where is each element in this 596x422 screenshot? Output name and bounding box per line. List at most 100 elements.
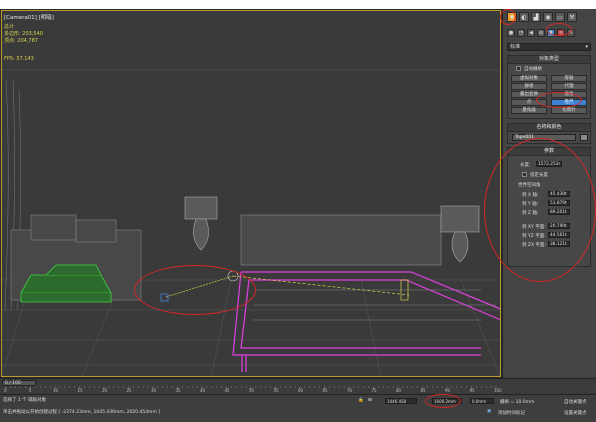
systems-icon[interactable]: ✎ — [567, 29, 575, 37]
timeline-tick-label: 40 — [200, 388, 206, 393]
object-type-rollout: 对象类型 自动栅格 虚拟对象 容器 群组 代理 露出变换 栅格 点 卷尺 量角器… — [507, 55, 591, 119]
timeline-tick-label: 75 — [371, 388, 377, 393]
lock-icon[interactable]: 🔒 — [358, 398, 364, 403]
to-yz-plane-value: 44.561t — [548, 232, 570, 238]
to-y-axis-label: 到 Y 轴: — [522, 202, 539, 207]
stats-polys: 多边形: 203,540 — [4, 30, 43, 37]
cursor-coords: [ -2374.23mm, 1045.436mm, 2020.454mm ] — [58, 410, 161, 415]
timeline-tick-label: 60 — [298, 388, 304, 393]
prompt-line: 单击并拖动以开始创建过程 [ -2374.23mm, 1045.436mm, 2… — [3, 409, 160, 415]
command-panel: ✹ ◐ ▟ ◉ ▭ ⚒ ● ◔ ◀ ◍ ▮ ≋ ✎ 标准 ▾ 对象类型 自动栅格 … — [502, 9, 596, 378]
group-button[interactable]: 群组 — [511, 83, 547, 90]
length-label: 长度: — [520, 163, 531, 168]
to-zx-plane-value: 38.121t — [548, 241, 570, 247]
container-button[interactable]: 容器 — [551, 75, 587, 82]
to-z-axis-value: 89.201t — [548, 209, 570, 215]
helpers-icon[interactable]: ▮ — [547, 29, 555, 37]
to-yz-plane-label: 到 YZ 平面: — [522, 234, 546, 239]
timeline-tick-label: 90 — [445, 388, 451, 393]
motion-tab-icon[interactable]: ◉ — [543, 12, 553, 22]
to-xy-plane-value: 20.799t — [548, 223, 570, 229]
category-dropdown-value: 标准 — [510, 44, 521, 50]
specify-length-checkbox[interactable] — [522, 172, 527, 177]
timeline-tick-label: 25 — [126, 388, 132, 393]
category-dropdown[interactable]: 标准 ▾ — [507, 43, 591, 51]
parameters-title[interactable]: 参数 — [508, 148, 590, 156]
timeline-tick-label: 85 — [420, 388, 426, 393]
parameters-rollout: 参数 长度: 1572.253r 指定长度 世界空间角 到 X 轴: 45.43… — [507, 147, 591, 267]
timeline-tick-label: 15 — [77, 388, 83, 393]
x-coord-field[interactable]: 1446.458 — [385, 398, 417, 404]
timeline-tick-label: 20 — [102, 388, 108, 393]
expose-transform-button[interactable]: 露出变换 — [511, 91, 547, 98]
timeline-tick-label: 10 — [53, 388, 59, 393]
camera-viewport[interactable]: [Camera01] [明暗] 总计 多边形: 203,540 顶点: 204,… — [0, 9, 502, 378]
dummy-button[interactable]: 虚拟对象 — [511, 75, 547, 82]
time-tag-icon[interactable]: ▣ — [487, 409, 491, 414]
z-coord-field[interactable]: 0.0mm — [470, 398, 494, 404]
protractor-button[interactable]: 量角器 — [511, 107, 547, 114]
chevron-down-icon: ▾ — [585, 44, 588, 50]
geometry-icon[interactable]: ● — [507, 29, 515, 37]
stats-verts-value: 204,787 — [17, 38, 38, 44]
timeline-tick-label: 5 — [28, 388, 32, 393]
length-input[interactable]: 1572.253r — [536, 161, 562, 167]
stats-fps: FPS: 57.143 — [4, 56, 34, 62]
object-name-input[interactable]: Tape001 — [512, 134, 576, 141]
autogrid-label: 自动栅格 — [524, 67, 542, 72]
create-category-icons: ● ◔ ◀ ◍ ▮ ≋ ✎ — [507, 29, 575, 37]
grid-size-label: 栅格 = 10.0mm — [500, 400, 535, 405]
absolute-mode-icon[interactable]: ⊞ — [368, 398, 372, 403]
object-type-title[interactable]: 对象类型 — [508, 56, 590, 64]
timeline-tick-label: 0 — [4, 388, 7, 393]
time-slider-track[interactable]: 0 / 100 0 5 10 15 20 25 30 35 40 45 50 55 60 65 70 75 80… — [0, 378, 502, 394]
stats-fps-label: FPS: — [4, 56, 15, 62]
modify-tab-icon[interactable]: ◐ — [519, 12, 529, 22]
to-y-axis-value: 51.879t — [548, 200, 570, 206]
to-x-axis-value: 45.439t — [548, 191, 570, 197]
add-time-tag-button[interactable]: 添加时间标记 — [498, 410, 525, 416]
viewport-label[interactable]: [Camera01] [明暗] — [4, 13, 54, 21]
set-key-button[interactable]: 设置关键点 — [564, 410, 587, 416]
playback-area — [502, 378, 596, 394]
cameras-icon[interactable]: ◍ — [537, 29, 545, 37]
hierarchy-tab-icon[interactable]: ▟ — [531, 12, 541, 22]
auto-key-button[interactable]: 自动关键点 — [564, 399, 587, 405]
to-zx-plane-label: 到 ZX 平面: — [522, 243, 547, 248]
grid-button[interactable]: 栅格 — [551, 91, 587, 98]
name-color-title[interactable]: 名称和颜色 — [508, 124, 590, 132]
timeline-tick-label: 30 — [151, 388, 157, 393]
selection-status: 选择了 1 个 辅助对象 — [3, 398, 47, 403]
proxy-button[interactable]: 代理 — [551, 83, 587, 90]
point-button[interactable]: 点 — [511, 99, 547, 106]
world-space-angles-label: 世界空间角 — [518, 183, 541, 188]
object-color-swatch[interactable] — [580, 134, 588, 141]
timeline-tick-label: 55 — [273, 388, 279, 393]
create-tab-icon[interactable]: ✹ — [507, 12, 517, 22]
scene-wireframe — [1, 69, 501, 377]
autogrid-checkbox[interactable] — [516, 66, 521, 71]
shapes-icon[interactable]: ◔ — [517, 29, 525, 37]
timeline-tick-label: 65 — [322, 388, 328, 393]
timeline-tick-label: 70 — [347, 388, 353, 393]
stats-verts-label: 顶点: — [4, 38, 16, 44]
utilities-tab-icon[interactable]: ⚒ — [567, 12, 577, 22]
display-tab-icon[interactable]: ▭ — [555, 12, 565, 22]
stats-title: 总计 — [4, 24, 15, 30]
compass-button[interactable]: 指南针 — [551, 107, 587, 114]
tape-button[interactable]: 卷尺 — [551, 99, 587, 106]
command-panel-tabs: ✹ ◐ ▟ ◉ ▭ ⚒ — [507, 12, 577, 22]
stats-fps-value: 57.143 — [16, 56, 34, 62]
name-color-rollout: 名称和颜色 Tape001 — [507, 123, 591, 144]
spacewarps-icon[interactable]: ≋ — [557, 29, 565, 37]
timeline-tick-label: 45 — [224, 388, 230, 393]
to-xy-plane-label: 到 XY 平面: — [522, 225, 546, 230]
lights-icon[interactable]: ◀ — [527, 29, 535, 37]
y-coord-field[interactable]: 1600.2mm — [432, 398, 462, 404]
status-bar: 选择了 1 个 辅助对象 单击并拖动以开始创建过程 [ -2374.23mm, … — [0, 394, 596, 422]
to-z-axis-label: 到 Z 轴: — [522, 211, 539, 216]
timeline-tick-label: 50 — [249, 388, 255, 393]
specify-length-label: 指定长度 — [530, 173, 548, 178]
timeline-tick-label: 95 — [469, 388, 475, 393]
to-x-axis-label: 到 X 轴: — [522, 193, 539, 198]
